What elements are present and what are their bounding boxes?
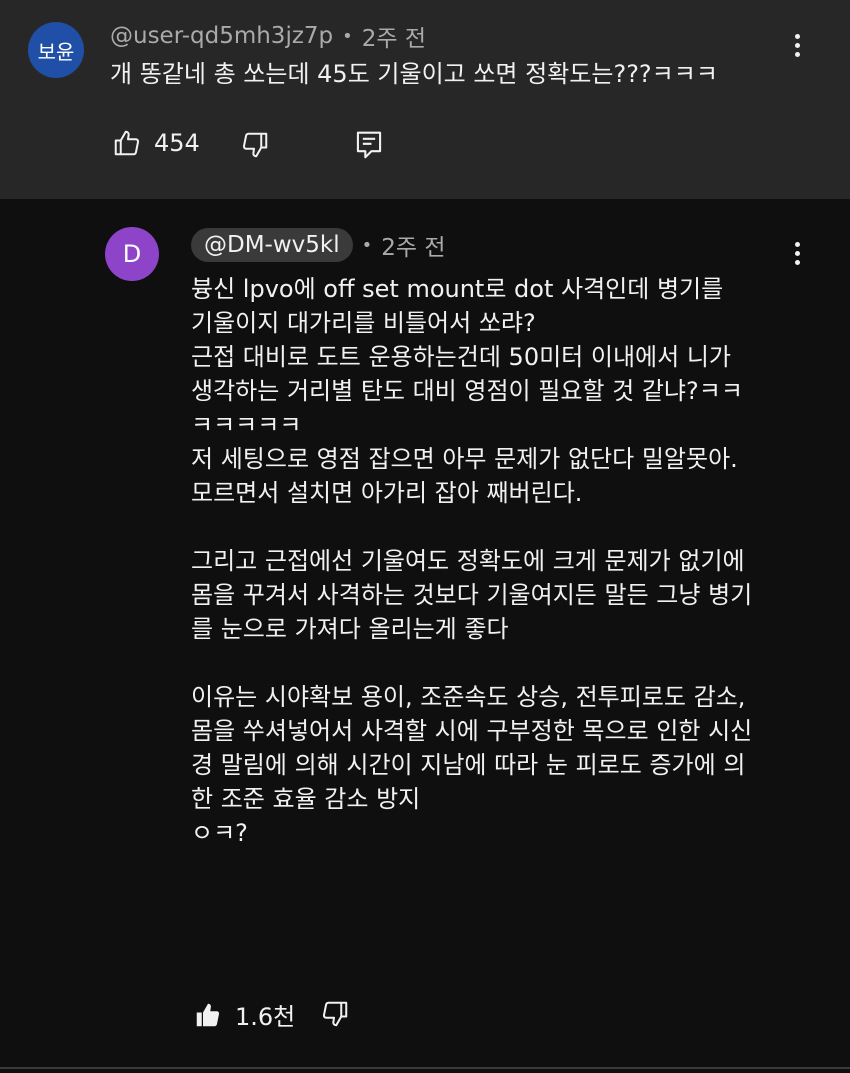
reply-like-count: 1.6천 [235, 1003, 296, 1031]
divider [0, 1067, 850, 1069]
meta-separator: • [342, 25, 353, 47]
reply-like-button[interactable]: 1.6천 [193, 997, 295, 1032]
avatar-text: 보윤 [37, 39, 75, 64]
more-vertical-icon[interactable] [782, 25, 812, 65]
comment-handle[interactable]: @user-qd5mh3jz7p [110, 23, 333, 49]
reply-button[interactable] [354, 129, 384, 161]
like-count: 454 [154, 129, 200, 157]
dislike-button[interactable] [240, 130, 270, 160]
meta-separator: • [361, 234, 373, 256]
comment-meta: @user-qd5mh3jz7p • 2주 전 [110, 20, 426, 52]
reply-text: 븅신 lpvo에 off set mount로 dot 사격인데 병기를 기울이… [191, 275, 753, 847]
thumb-up-filled-icon [196, 1003, 220, 1026]
thumb-down-outline-icon [242, 132, 268, 158]
thumb-up-outline-icon [114, 130, 140, 156]
comment-time[interactable]: 2주 전 [362, 19, 426, 53]
like-button[interactable]: 454 [112, 128, 200, 158]
comment-text: 개 똥같네 총 쏘는데 45도 기울이고 쏘면 정확도는???ㅋㅋㅋ [110, 60, 718, 88]
thumb-down-outline-icon [322, 1001, 348, 1027]
reply-avatar-text: D [122, 240, 142, 268]
avatar[interactable]: 보윤 [28, 22, 84, 78]
reply-comment-icon [356, 131, 382, 159]
reply-avatar[interactable]: D [105, 227, 159, 281]
reply-dislike-button[interactable] [320, 999, 350, 1029]
reply-handle[interactable]: @DM-wv5kl [191, 228, 353, 262]
reply-time[interactable]: 2주 전 [381, 228, 445, 262]
more-vertical-icon[interactable] [782, 233, 812, 273]
reply-meta: @DM-wv5kl • 2주 전 [191, 228, 446, 262]
